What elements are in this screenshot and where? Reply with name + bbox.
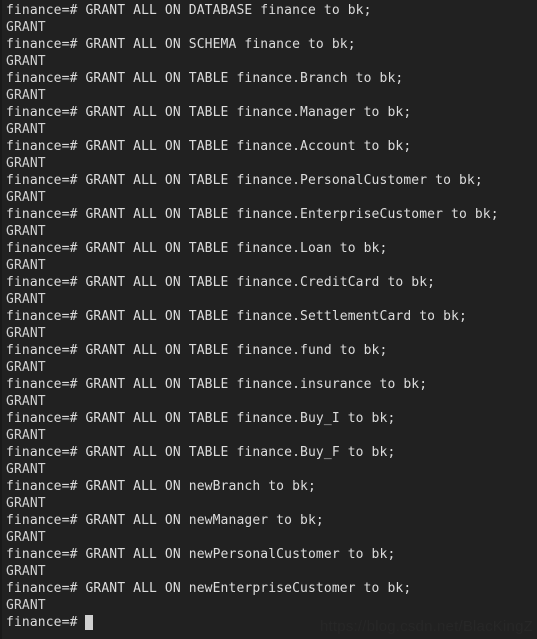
terminal-output-line: GRANT [6,428,46,443]
terminal-command-line: finance=# GRANT ALL ON TABLE finance.Cre… [6,275,436,290]
terminal-scrollback: finance=# GRANT ALL ON DATABASE finance … [6,2,537,614]
terminal-output-line: GRANT [6,122,46,137]
terminal-screen[interactable]: finance=# GRANT ALL ON DATABASE finance … [0,0,537,631]
terminal-command-line: finance=# GRANT ALL ON newBranch to bk; [6,479,316,494]
terminal-command-line: finance=# GRANT ALL ON TABLE finance.Per… [6,173,483,188]
terminal-output-line: GRANT [6,360,46,375]
terminal-command-line: finance=# GRANT ALL ON TABLE finance.Set… [6,309,467,324]
terminal-command-line: finance=# GRANT ALL ON TABLE finance.Ent… [6,207,499,222]
terminal-command-line: finance=# GRANT ALL ON newManager to bk; [6,513,324,528]
terminal-output-line: GRANT [6,462,46,477]
terminal-command-line: finance=# GRANT ALL ON TABLE finance.Bra… [6,71,404,86]
terminal-command-line: finance=# GRANT ALL ON DATABASE finance … [6,3,372,18]
terminal-command-line: finance=# GRANT ALL ON newPersonalCustom… [6,547,396,562]
terminal-output-line: GRANT [6,54,46,69]
terminal-output-line: GRANT [6,394,46,409]
terminal-command-line: finance=# GRANT ALL ON TABLE finance.Buy… [6,445,396,460]
terminal-output-line: GRANT [6,564,46,579]
terminal-output-line: GRANT [6,496,46,511]
terminal-output-line: GRANT [6,326,46,341]
text-cursor [85,615,94,630]
terminal-command-line: finance=# GRANT ALL ON TABLE finance.fun… [6,343,388,358]
terminal-output-line: GRANT [6,598,46,613]
terminal-output-line: GRANT [6,88,46,103]
terminal-window[interactable]: finance=# GRANT ALL ON DATABASE finance … [0,0,537,639]
prompt-label: finance=# [6,615,86,630]
terminal-command-line: finance=# GRANT ALL ON TABLE finance.Loa… [6,241,388,256]
terminal-output-line: GRANT [6,292,46,307]
terminal-output-line: GRANT [6,530,46,545]
terminal-command-line: finance=# GRANT ALL ON TABLE finance.Buy… [6,411,396,426]
terminal-command-line: finance=# GRANT ALL ON newEnterpriseCust… [6,581,412,596]
terminal-output-line: GRANT [6,190,46,205]
terminal-command-line: finance=# GRANT ALL ON TABLE finance.Man… [6,105,412,120]
terminal-output-line: GRANT [6,258,46,273]
terminal-command-line: finance=# GRANT ALL ON SCHEMA finance to… [6,37,356,52]
terminal-command-line: finance=# GRANT ALL ON TABLE finance.ins… [6,377,428,392]
terminal-output-line: GRANT [6,156,46,171]
terminal-command-line: finance=# GRANT ALL ON TABLE finance.Acc… [6,139,412,154]
terminal-output-line: GRANT [6,20,46,35]
watermark-text: https://blog.csdn.net/BlacKingZ [320,618,533,635]
terminal-output-line: GRANT [6,224,46,239]
